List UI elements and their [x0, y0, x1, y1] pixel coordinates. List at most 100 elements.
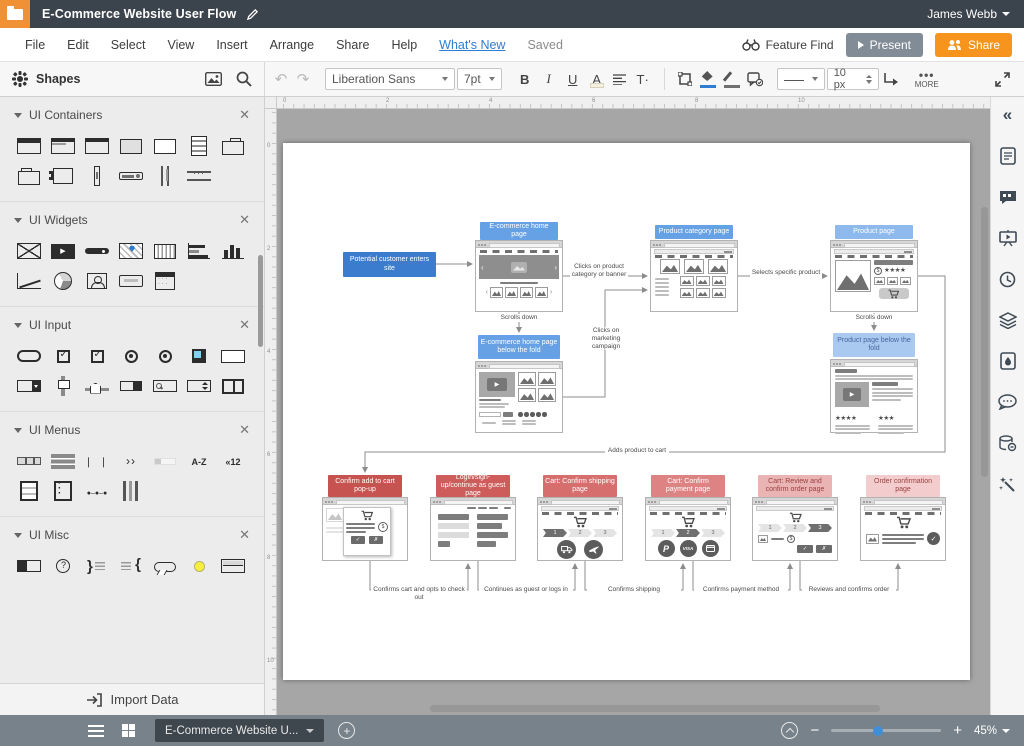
shape-video-player[interactable]: ▶ [46, 236, 80, 266]
zoom-out-button[interactable]: − [810, 723, 819, 738]
canvas-horizontal-scrollbar[interactable] [430, 705, 880, 712]
history-icon[interactable] [998, 269, 1018, 289]
shape-radio-button-alt[interactable] [148, 341, 182, 371]
present-button[interactable]: Present [846, 33, 923, 57]
text-color-button[interactable]: A [586, 68, 608, 90]
magic-wand-icon[interactable] [998, 474, 1018, 494]
italic-button[interactable]: I [538, 68, 560, 90]
feature-find-button[interactable]: Feature Find [742, 38, 834, 52]
shape-rounded-button[interactable] [12, 341, 46, 371]
shape-map[interactable] [114, 236, 148, 266]
shape-stacked-menu[interactable] [46, 446, 80, 476]
shape-color-picker[interactable] [182, 341, 216, 371]
node-label-payment[interactable]: Cart: Confirm payment page [651, 475, 725, 497]
user-menu[interactable]: James Webb [927, 7, 1010, 21]
node-label-product[interactable]: Product page [835, 225, 913, 239]
text-align-button[interactable] [610, 68, 630, 90]
shape-vertical-divider[interactable] [148, 161, 182, 191]
fit-to-screen-button[interactable] [781, 722, 798, 739]
shape-calendar[interactable] [148, 266, 182, 296]
wireframe-confirmation-page[interactable]: ✓ [860, 497, 946, 561]
active-page-tab[interactable]: E-Commerce Website U... [155, 719, 324, 742]
shape-divider-pipes[interactable] [80, 446, 114, 476]
shape-alphabetical-sort[interactable] [182, 446, 216, 476]
shape-gray-panel[interactable] [114, 131, 148, 161]
shape-progress-slider[interactable] [80, 236, 114, 266]
zoom-level-menu[interactable]: 45% [974, 725, 1010, 737]
node-label-home[interactable]: E-commerce home page [480, 222, 558, 240]
menu-file[interactable]: File [14, 38, 56, 52]
collapse-section-icon[interactable] [14, 218, 22, 223]
collapse-section-icon[interactable] [14, 113, 22, 118]
close-section-icon[interactable]: ✕ [239, 422, 250, 438]
shape-step-circles[interactable] [80, 476, 114, 506]
wireframe-product-page[interactable]: $★★★★ [830, 240, 918, 312]
menu-edit[interactable]: Edit [56, 38, 100, 52]
shape-horizontal-divider[interactable] [182, 161, 216, 191]
share-button[interactable]: Share [935, 33, 1012, 57]
shape-dotted-list[interactable] [46, 476, 80, 506]
shape-button[interactable] [114, 266, 148, 296]
wireframe-shipping-page[interactable]: 123 [537, 497, 623, 561]
shape-browser-window[interactable] [12, 131, 46, 161]
wireframe-cart-popup[interactable]: $ ✓ ✗ [322, 497, 408, 561]
font-size-select[interactable]: 7pt [457, 68, 502, 90]
add-page-button[interactable]: + [338, 722, 355, 739]
import-data-button[interactable]: Import Data [0, 683, 265, 715]
menu-view[interactable]: View [156, 38, 205, 52]
more-tools-button[interactable]: •••MORE [915, 69, 939, 89]
node-label-product-below-fold[interactable]: Product page below the fold [833, 333, 915, 357]
shape-help-badge[interactable] [46, 551, 80, 581]
shape-number-stepper[interactable] [182, 371, 216, 401]
wireframe-home-page[interactable]: ‹› ‹› [475, 240, 563, 312]
node-label-review[interactable]: Cart: Review and confirm order page [758, 475, 832, 497]
theme-icon[interactable] [998, 351, 1018, 371]
canvas[interactable]: 0 2 4 6 8 10 0 2 4 6 8 10 P [265, 97, 990, 715]
shape-vertical-scrollbar[interactable] [80, 161, 114, 191]
wireframe-category-page[interactable] [650, 240, 738, 312]
data-linking-icon[interactable] [998, 433, 1018, 453]
page-grid-icon[interactable] [122, 724, 135, 737]
shape-breadcrumb-chevrons[interactable] [114, 446, 148, 476]
line-color-button[interactable] [721, 68, 743, 90]
shape-data-table[interactable] [148, 236, 182, 266]
shape-progress-strip[interactable] [148, 446, 182, 476]
undo-button[interactable]: ↶ [271, 68, 291, 90]
presentation-icon[interactable] [998, 228, 1018, 248]
shape-avatar[interactable] [80, 266, 114, 296]
panel-scrollbar[interactable] [258, 255, 263, 347]
close-section-icon[interactable]: ✕ [239, 317, 250, 333]
wireframe-home-below-fold[interactable]: ▶ [475, 361, 563, 433]
close-section-icon[interactable]: ✕ [239, 527, 250, 543]
documents-button[interactable] [0, 0, 30, 28]
node-label-confirmation[interactable]: Order confirmation page [866, 475, 940, 497]
node-label-category[interactable]: Product category page [655, 225, 733, 239]
collapse-section-icon[interactable] [14, 533, 22, 538]
node-label-shipping[interactable]: Cart: Confirm shipping page [543, 475, 617, 497]
shape-scroll-list[interactable] [182, 131, 216, 161]
node-label-cart-popup[interactable]: Confirm add to cart pop-up [328, 475, 402, 497]
wireframe-login-page[interactable] [430, 497, 516, 561]
shape-text-field[interactable] [216, 341, 250, 371]
start-node[interactable]: Potential customer enters site [343, 252, 436, 277]
shape-image-placeholder[interactable] [12, 236, 46, 266]
collapse-section-icon[interactable] [14, 428, 22, 433]
collapse-section-icon[interactable] [14, 323, 22, 328]
line-style-select[interactable] [777, 68, 825, 90]
page-list-icon[interactable] [88, 725, 104, 737]
fill-color-button[interactable] [697, 68, 719, 90]
connector-type-button[interactable] [881, 68, 901, 90]
whats-new-link[interactable]: What's New [428, 38, 516, 52]
shape-list-menu[interactable] [12, 476, 46, 506]
shape-radio-button[interactable] [114, 341, 148, 371]
image-shapes-icon[interactable] [205, 72, 222, 86]
menu-share[interactable]: Share [325, 38, 380, 52]
close-section-icon[interactable]: ✕ [239, 107, 250, 123]
shape-toggle-switch[interactable] [12, 551, 46, 581]
shape-style-button[interactable] [675, 68, 695, 90]
collapse-panel-icon[interactable]: « [998, 105, 1018, 125]
wireframe-product-below-fold[interactable]: ▶ ★★★★ ★★★ [830, 359, 918, 433]
shape-dropdown[interactable] [12, 371, 46, 401]
comment-check-icon[interactable] [745, 68, 765, 90]
shape-titled-window[interactable] [46, 131, 80, 161]
